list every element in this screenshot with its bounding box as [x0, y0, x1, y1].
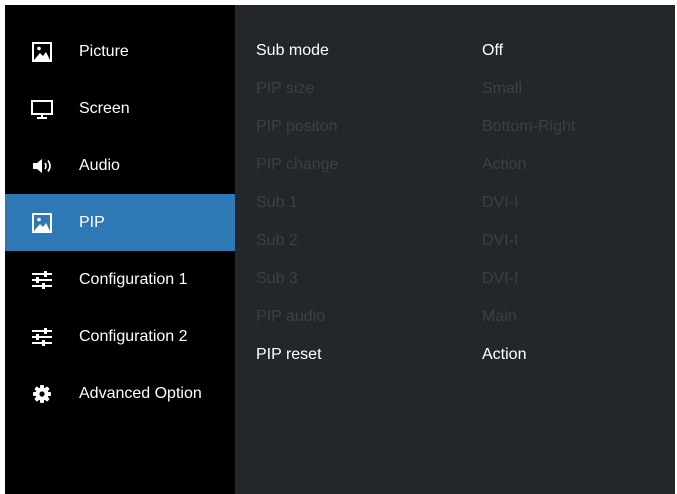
setting-row-pip-change: PIP change Action: [235, 146, 675, 184]
setting-label: PIP reset: [256, 346, 322, 363]
setting-label: Sub 1: [256, 194, 298, 211]
sidebar-item-label: PIP: [79, 213, 105, 231]
setting-value: DVI-I: [482, 232, 519, 249]
sidebar-item-label: Configuration 1: [79, 270, 188, 288]
setting-value: Small: [482, 80, 523, 97]
setting-value: Bottom-Right: [482, 118, 576, 135]
sidebar-item-configuration-1[interactable]: Configuration 1: [5, 251, 235, 308]
picture-icon: [32, 41, 52, 62]
setting-row-pip-audio: PIP audio Main: [235, 298, 675, 336]
setting-value: Action: [482, 156, 527, 173]
setting-value: Main: [482, 308, 517, 325]
sliders-icon: [32, 327, 52, 346]
sidebar-item-pip[interactable]: PIP: [5, 194, 235, 251]
setting-row-pip-position: PIP positon Bottom-Right: [235, 108, 675, 146]
setting-row-sub-2: Sub 2 DVI-I: [235, 222, 675, 260]
setting-row-sub-mode[interactable]: Sub mode Off: [235, 32, 675, 70]
setting-label: Sub 3: [256, 270, 298, 287]
sidebar-item-label: Screen: [79, 99, 130, 117]
pip-settings-panel: Sub mode Off PIP size Small PIP positon …: [235, 5, 675, 494]
sidebar-menu: Picture Screen Audio PIP Configuration 1…: [5, 5, 235, 494]
setting-value: DVI-I: [482, 194, 519, 211]
setting-label: PIP change: [256, 156, 339, 173]
setting-value[interactable]: Action: [482, 345, 526, 365]
sidebar-item-label: Configuration 2: [79, 327, 188, 345]
setting-row-sub-3: Sub 3 DVI-I: [235, 260, 675, 298]
setting-label: PIP audio: [256, 308, 326, 325]
setting-label: Sub mode: [256, 42, 329, 59]
sidebar-item-configuration-2[interactable]: Configuration 2: [5, 308, 235, 365]
setting-label: PIP positon: [256, 118, 338, 135]
setting-row-pip-reset[interactable]: PIP reset Action: [235, 336, 675, 374]
sidebar-item-label: Picture: [79, 42, 129, 60]
setting-value: DVI-I: [482, 270, 519, 287]
osd-screen: Picture Screen Audio PIP Configuration 1…: [5, 5, 675, 494]
setting-row-sub-1: Sub 1 DVI-I: [235, 184, 675, 222]
picture-icon: [32, 212, 52, 233]
setting-label: Sub 2: [256, 232, 298, 249]
sidebar-item-audio[interactable]: Audio: [5, 137, 235, 194]
sidebar-item-picture[interactable]: Picture: [5, 23, 235, 80]
sidebar-item-label: Audio: [79, 156, 120, 174]
monitor-icon: [31, 99, 53, 119]
setting-row-pip-size: PIP size Small: [235, 70, 675, 108]
gear-icon: [33, 384, 51, 403]
setting-value[interactable]: Off: [482, 41, 503, 61]
setting-label: PIP size: [256, 80, 315, 97]
sidebar-item-screen[interactable]: Screen: [5, 80, 235, 137]
sidebar-item-label: Advanced Option: [79, 384, 202, 402]
speaker-icon: [33, 158, 51, 173]
sliders-icon: [32, 270, 52, 289]
sidebar-item-advanced-option[interactable]: Advanced Option: [5, 365, 235, 422]
